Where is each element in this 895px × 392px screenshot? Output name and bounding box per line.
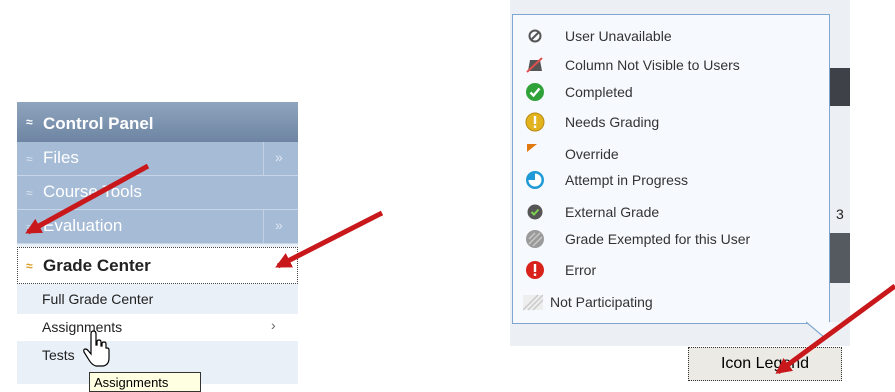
- legend-label: Not Participating: [550, 294, 653, 310]
- legend-item-grade-exempted: Grade Exempted for this User: [513, 227, 831, 251]
- expand-chevron-icon: ≈: [26, 220, 33, 234]
- override-icon: [527, 144, 537, 152]
- panel-item-label: Course Tools: [43, 182, 142, 201]
- divider: [263, 210, 264, 243]
- panel-item-label: Grade Center: [43, 256, 151, 275]
- panel-item-course-tools[interactable]: ≈ Course Tools: [17, 176, 298, 210]
- user-unavailable-icon: [528, 29, 542, 43]
- completed-icon: [526, 83, 544, 101]
- legend-label: Error: [565, 262, 597, 278]
- legend-item-needs-grading: Needs Grading: [513, 110, 831, 134]
- legend-label: Needs Grading: [565, 114, 660, 130]
- sub-item-full-grade-center[interactable]: Full Grade Center: [17, 286, 298, 313]
- background-cell-value: 3: [836, 206, 844, 222]
- panel-item-evaluation[interactable]: ≈ Evaluation »: [17, 210, 298, 244]
- expand-chevron-icon: ≈: [26, 152, 33, 166]
- more-icon[interactable]: »: [275, 217, 283, 233]
- legend-label: Attempt in Progress: [565, 172, 688, 188]
- legend-label: Override: [565, 146, 619, 162]
- sub-item-assignments[interactable]: Assignments ›: [17, 314, 298, 341]
- legend-label: External Grade: [565, 204, 660, 220]
- control-panel-header[interactable]: ≈ Control Panel: [17, 102, 298, 142]
- collapse-chevron-icon: ≈: [26, 259, 33, 273]
- panel-item-files[interactable]: ≈ Files »: [17, 142, 298, 176]
- legend-item-external-grade: External Grade: [513, 200, 831, 224]
- icon-legend-popup: User Unavailable Column Not Visible to U…: [512, 14, 830, 324]
- legend-item-attempt-in-progress: Attempt in Progress: [513, 168, 831, 192]
- hand-cursor-icon: [83, 330, 110, 367]
- legend-label: Grade Exempted for this User: [565, 231, 751, 247]
- panel-item-label: Files: [43, 148, 79, 167]
- tooltip-text: Assignments: [94, 375, 169, 390]
- legend-item-column-not-visible: Column Not Visible to Users: [513, 53, 831, 77]
- error-icon: [526, 261, 544, 279]
- attempt-in-progress-icon: [526, 171, 544, 189]
- legend-label: Completed: [565, 84, 633, 100]
- needs-grading-icon: [525, 112, 545, 132]
- external-grade-icon: [527, 204, 543, 220]
- legend-label: User Unavailable: [565, 28, 672, 44]
- assignments-tooltip: Assignments: [89, 372, 201, 392]
- icon-legend-button[interactable]: Icon Legend: [688, 347, 842, 381]
- sub-item-label: Full Grade Center: [42, 291, 154, 307]
- popup-pointer-icon: [806, 321, 844, 339]
- sub-item-label: Tests: [42, 347, 75, 363]
- collapse-chevron-icon: ≈: [26, 115, 33, 129]
- control-panel-title: Control Panel: [43, 114, 154, 133]
- chevron-right-icon: ›: [271, 317, 276, 333]
- more-icon[interactable]: »: [275, 149, 283, 165]
- legend-item-user-unavailable: User Unavailable: [513, 24, 831, 48]
- legend-label: Column Not Visible to Users: [565, 57, 740, 73]
- grade-exempted-icon: [526, 230, 544, 248]
- control-panel: ≈ Control Panel ≈ Files » ≈ Course Tools…: [17, 102, 298, 384]
- legend-item-completed: Completed: [513, 80, 831, 104]
- divider: [263, 142, 264, 175]
- panel-item-grade-center[interactable]: ≈ Grade Center: [17, 247, 298, 284]
- legend-item-not-participating: Not Participating: [513, 290, 831, 314]
- panel-item-label: Evaluation: [43, 216, 123, 235]
- legend-item-override: Override: [513, 142, 831, 166]
- legend-item-error: Error: [513, 258, 831, 282]
- sub-item-tests[interactable]: Tests: [17, 342, 298, 369]
- column-not-visible-icon: [526, 57, 543, 73]
- not-participating-icon: [523, 294, 543, 311]
- expand-chevron-icon: ≈: [26, 186, 33, 200]
